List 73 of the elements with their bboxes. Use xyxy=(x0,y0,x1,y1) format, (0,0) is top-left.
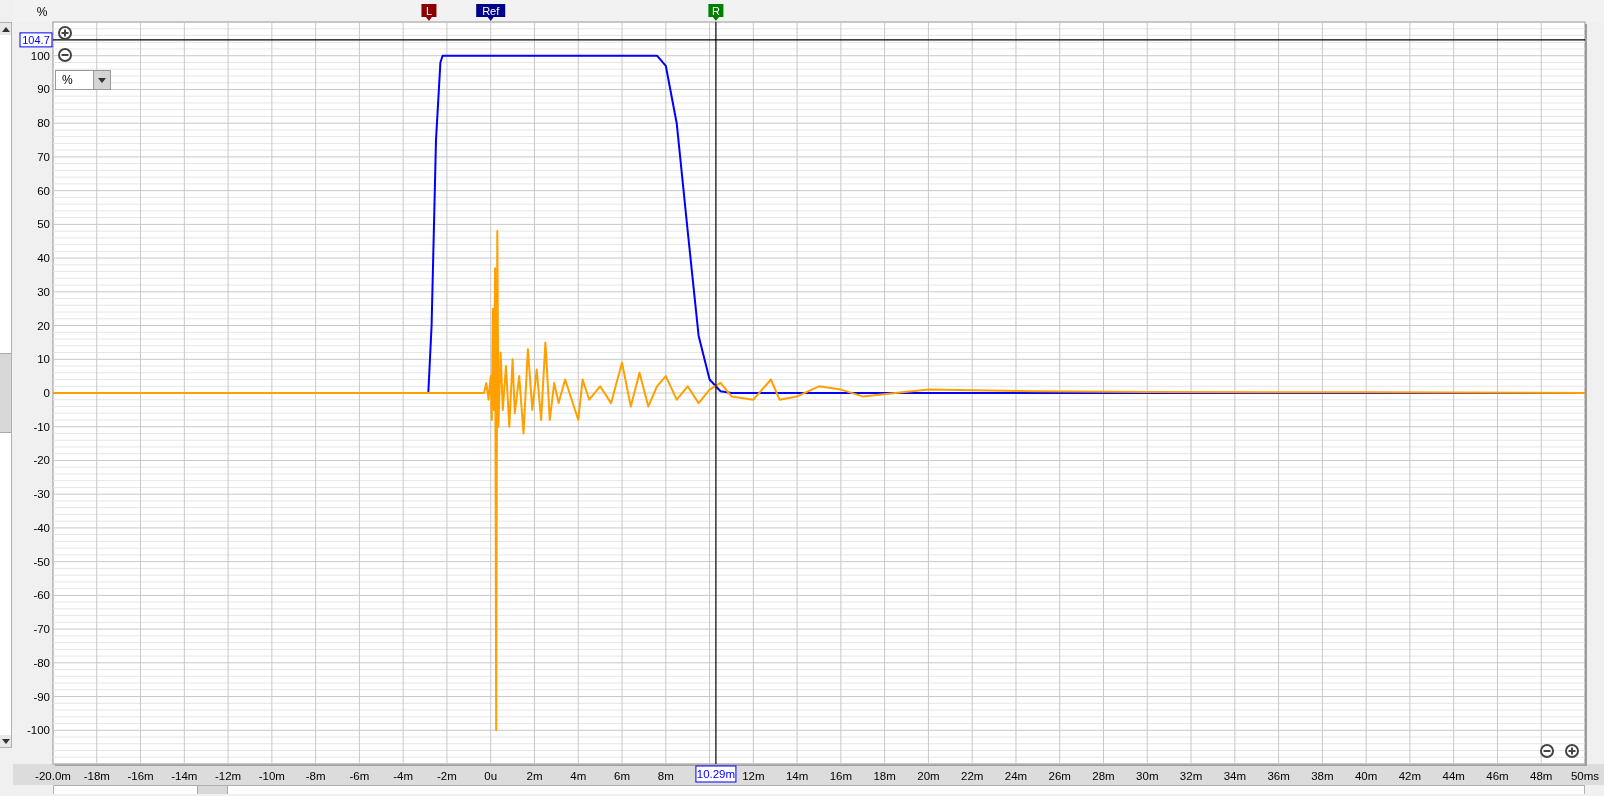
y-tick-label: -90 xyxy=(33,690,50,703)
x-tick-label: -8m xyxy=(305,770,326,782)
x-tick-label: -2m xyxy=(437,770,457,782)
x-tick-label: 26m xyxy=(1048,770,1071,782)
x-tick-label: 44m xyxy=(1442,770,1465,782)
x-tick-label: 0u xyxy=(484,770,498,782)
y-tick-label: -80 xyxy=(33,656,50,669)
y-tick-label: -60 xyxy=(33,589,50,602)
vertical-scrollbar[interactable] xyxy=(0,22,12,748)
scroll-down-button[interactable] xyxy=(0,735,11,747)
x-tick-label: -16m xyxy=(127,770,154,782)
x-tick-label: -6m xyxy=(349,770,370,782)
y-tick-label: -100 xyxy=(26,724,50,737)
marker-flag[interactable]: R xyxy=(708,4,724,21)
scrollbar-thumb[interactable] xyxy=(0,353,11,433)
x-tick-label: -10m xyxy=(258,770,285,782)
x-tick-label: 6m xyxy=(614,770,630,782)
y-tick-label: 90 xyxy=(37,83,50,96)
zoom-in-icon[interactable] xyxy=(1565,744,1579,758)
y-tick-label: -40 xyxy=(33,521,50,534)
y-tick-label: 50 xyxy=(37,218,50,231)
x-tick-label: 18m xyxy=(873,770,896,782)
scrollbar-thumb[interactable] xyxy=(197,786,228,794)
y-tick-label: 60 xyxy=(37,184,50,197)
x-tick-label: -12m xyxy=(215,770,242,782)
x-tick-label: 16m xyxy=(829,770,853,782)
x-tick-label: 30m xyxy=(1136,770,1159,782)
x-tick-label: 34m xyxy=(1223,770,1246,782)
zoom-out-icon[interactable] xyxy=(58,48,72,62)
y-tick-label: 10 xyxy=(37,353,50,366)
y-tick-label: 100 xyxy=(30,49,50,62)
x-tick-label: 48m xyxy=(1530,770,1553,782)
x-tick-label: 40m xyxy=(1354,770,1378,782)
x-tick-label: 8m xyxy=(657,770,674,782)
x-tick-label: 4m xyxy=(570,770,587,782)
cursor-value-label: 104.7 xyxy=(19,32,53,48)
y-tick-label: 20 xyxy=(37,319,50,332)
units-dropdown[interactable]: % xyxy=(55,70,111,90)
marker-flag[interactable]: L xyxy=(421,4,437,21)
x-tick-label: -14m xyxy=(171,770,198,782)
x-tick-label: 42m xyxy=(1398,770,1422,782)
x-tick-label: 12m xyxy=(742,770,765,782)
x-tick-label: 32m xyxy=(1179,770,1203,782)
x-tick-label: 22m xyxy=(961,770,984,782)
y-tick-label: -10 xyxy=(33,420,50,433)
scroll-up-button[interactable] xyxy=(0,23,11,35)
x-tick-label: 50ms xyxy=(1570,770,1600,782)
y-tick-label: 0 xyxy=(43,387,50,399)
y-unit-label: % xyxy=(36,5,48,19)
x-tick-label: 38m xyxy=(1311,770,1334,782)
x-tick-label: 20m xyxy=(917,770,940,782)
y-tick-label: -30 xyxy=(33,488,50,501)
y-tick-label: -70 xyxy=(33,623,50,636)
x-tick-label: 36m xyxy=(1267,770,1290,782)
zoom-in-icon[interactable] xyxy=(58,26,72,40)
y-tick-label: 40 xyxy=(37,252,50,265)
y-tick-label: -20 xyxy=(33,454,50,467)
y-tick-label: 80 xyxy=(37,117,50,130)
x-tick-label: 14m xyxy=(785,770,809,782)
x-tick-label: 28m xyxy=(1092,770,1115,782)
x-tick-label: 24m xyxy=(1004,770,1028,782)
zoom-out-icon[interactable] xyxy=(1540,744,1554,758)
x-tick-label: -18m xyxy=(83,770,110,782)
y-tick-label: -50 xyxy=(33,555,50,568)
cursor-value-label: 10.29m xyxy=(695,765,737,783)
horizontal-scrollbar[interactable] xyxy=(53,785,1585,794)
x-tick-label: 2m xyxy=(526,770,543,782)
y-tick-label: 30 xyxy=(37,285,50,298)
x-tick-label: 46m xyxy=(1486,770,1509,782)
y-tick-label: 70 xyxy=(37,150,50,163)
x-tick-label: -20.0m xyxy=(35,770,71,782)
marker-flag[interactable]: Ref xyxy=(476,4,506,21)
x-tick-label: -4m xyxy=(393,770,414,782)
